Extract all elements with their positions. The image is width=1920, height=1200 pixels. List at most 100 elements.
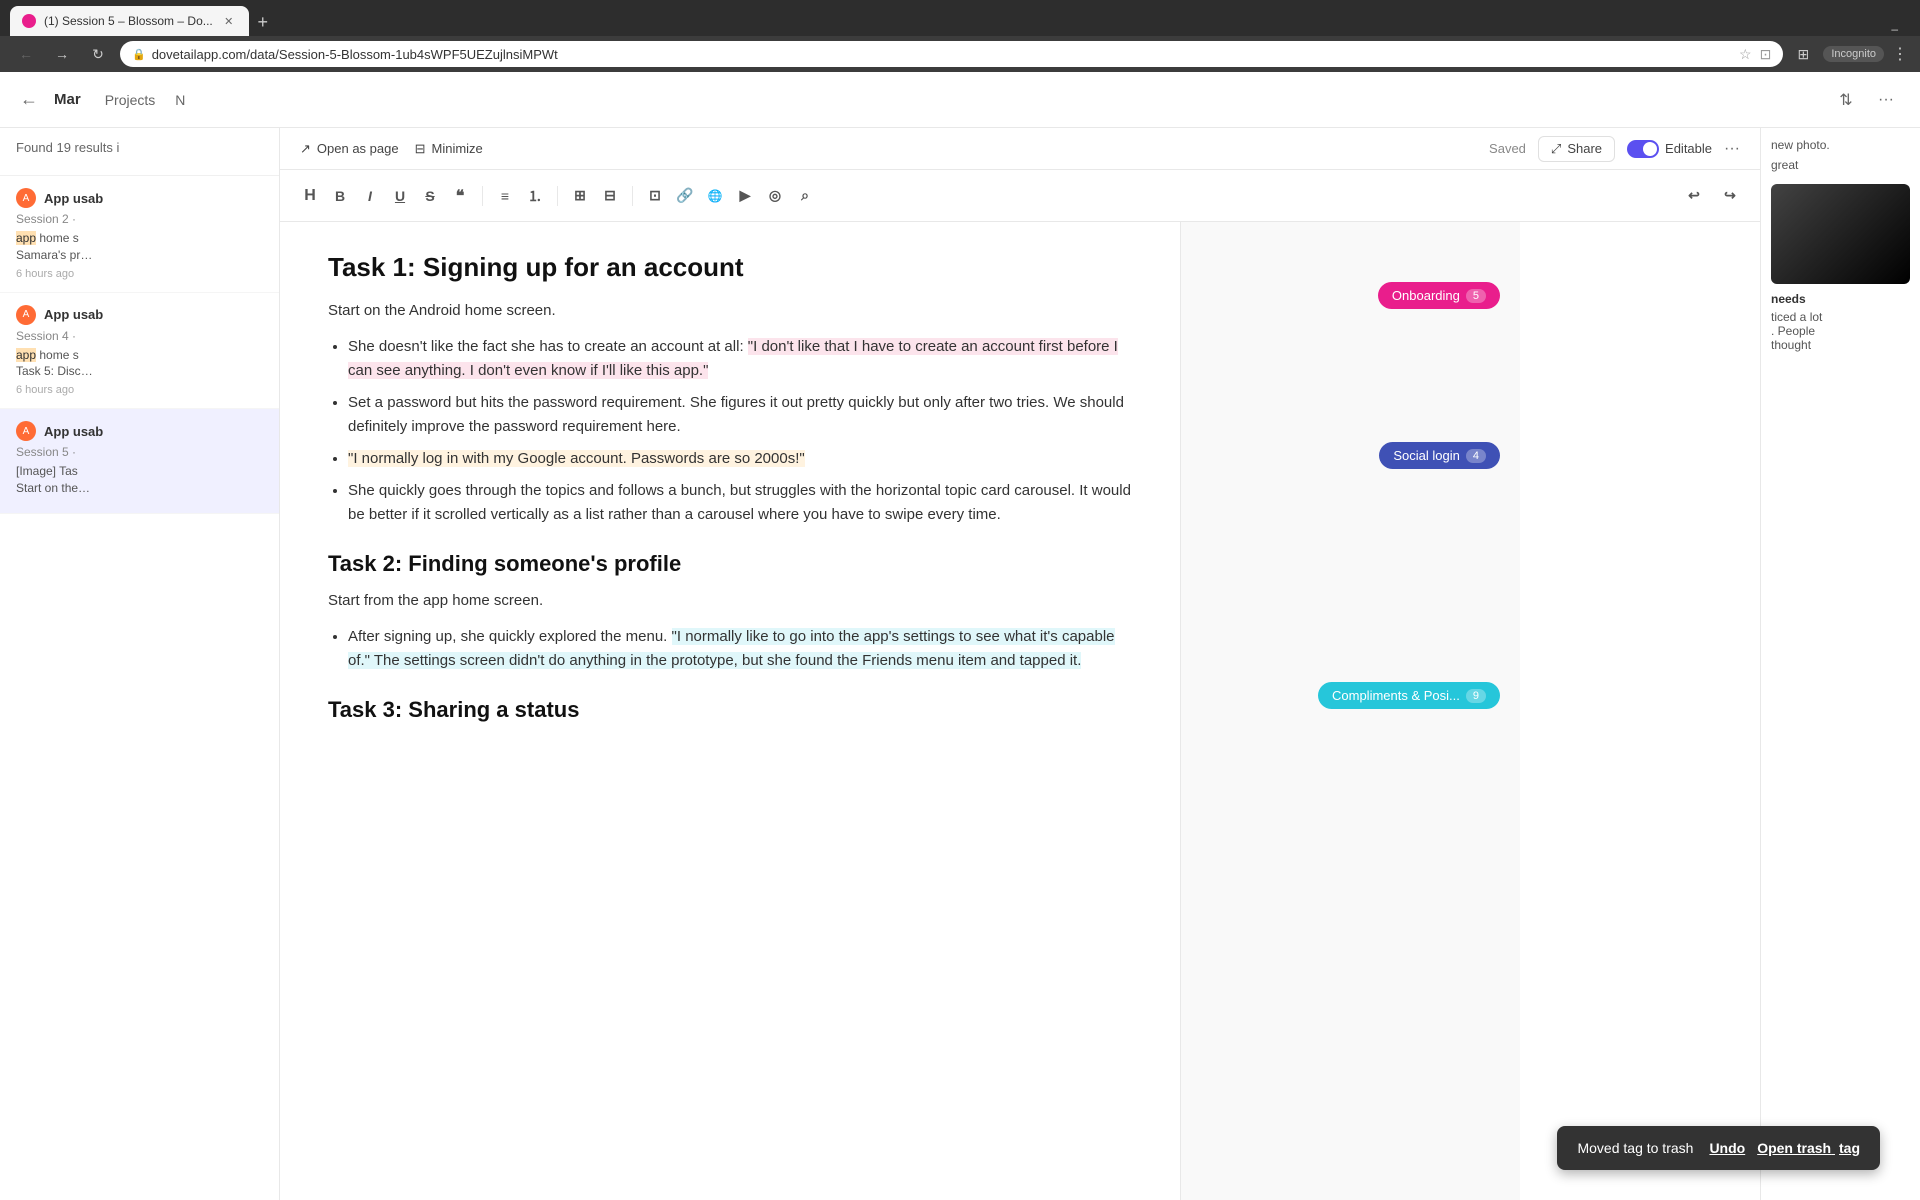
image-button[interactable]: ⊡ xyxy=(641,182,669,210)
list-item: After signing up, she quickly explored t… xyxy=(348,625,1132,673)
minimize-icon: ⊟ xyxy=(415,141,426,157)
result-icon: A xyxy=(16,305,36,325)
table-button[interactable]: ⊞ xyxy=(566,182,594,210)
list-item: She doesn't like the fact she has to cre… xyxy=(348,335,1132,383)
search-sidebar: Found 19 results i A App usab Session 2 … xyxy=(0,128,280,1200)
social-chip[interactable]: Social login 4 xyxy=(1379,442,1500,469)
onboarding-count: 5 xyxy=(1466,289,1486,303)
more-format-button[interactable]: ◎ xyxy=(761,182,789,210)
search-result-item[interactable]: A App usab Session 5 · [Image] TasStart … xyxy=(0,409,279,514)
doc-toolbar: H B I U S ❝ ≡ ⒈ ⊞ ⊟ ⊡ 🔗 🌐 ▶ xyxy=(280,170,1760,222)
doc-header-bar: ↗ Open as page ⊟ Minimize Saved ⤢ Share xyxy=(280,128,1760,170)
list-item: She quickly goes through the topics and … xyxy=(348,479,1132,527)
video-button[interactable]: ▶ xyxy=(731,182,759,210)
active-tab[interactable]: (1) Session 5 – Blossom – Do... ✕ xyxy=(10,6,249,36)
search-result-item[interactable]: A App usab Session 2 · app home sSamara'… xyxy=(0,176,279,293)
result-snippet: app home sSamara's pra few secon xyxy=(16,230,263,264)
heading-button[interactable]: H xyxy=(296,182,324,210)
compliments-count: 9 xyxy=(1466,689,1486,703)
toolbar-divider xyxy=(557,186,558,206)
social-label: Social login xyxy=(1393,448,1460,463)
toast-message: Moved tag to trash xyxy=(1577,1140,1693,1156)
toggle-switch[interactable] xyxy=(1627,140,1659,158)
browser-toolbar: ← → ↻ 🔒 dovetailapp.com/data/Session-5-B… xyxy=(0,36,1920,72)
list-item-text: Set a password but hits the password req… xyxy=(348,394,1124,435)
redo-button[interactable]: ↪ xyxy=(1716,182,1744,210)
browser-menu-button[interactable]: ⋮ xyxy=(1892,44,1908,64)
refresh-button[interactable]: ↻ xyxy=(84,40,112,68)
app-title: Mar xyxy=(54,91,81,108)
browser-chrome: (1) Session 5 – Blossom – Do... ✕ + – ← … xyxy=(0,0,1920,72)
share-icon: ⤢ xyxy=(1551,141,1561,157)
result-header: A App usab xyxy=(16,421,263,441)
nav-projects[interactable]: Projects xyxy=(105,88,156,112)
numbered-list-button[interactable]: ⒈ xyxy=(521,182,549,210)
search-header: Found 19 results i xyxy=(0,128,279,176)
task1-list: She doesn't like the fact she has to cre… xyxy=(328,335,1132,527)
browser-minimize[interactable]: – xyxy=(1891,22,1898,36)
new-tab-button[interactable]: + xyxy=(249,8,277,36)
incognito-badge[interactable]: Incognito xyxy=(1823,46,1884,62)
result-header: A App usab xyxy=(16,188,263,208)
tag-panel: Onboarding 5 Social login 4 Compliments … xyxy=(1180,222,1520,1200)
tab-favicon xyxy=(22,14,36,28)
undo-button[interactable]: ↩ xyxy=(1680,182,1708,210)
compliments-chip[interactable]: Compliments & Posi... 9 xyxy=(1318,682,1500,709)
onboarding-chip[interactable]: Onboarding 5 xyxy=(1378,282,1500,309)
back-button[interactable]: ← xyxy=(12,40,40,68)
forward-button[interactable]: → xyxy=(48,40,76,68)
share-button[interactable]: ⤢ Share xyxy=(1538,136,1615,162)
align-button[interactable]: ⊟ xyxy=(596,182,624,210)
list-item-text-before: After signing up, she quickly explored t… xyxy=(348,628,672,645)
italic-button[interactable]: I xyxy=(356,182,384,210)
result-snippet: app home sTask 5: Discthe app hon xyxy=(16,347,263,381)
compliments-tag[interactable]: Compliments & Posi... 9 xyxy=(1318,682,1500,721)
task2-intro: Start from the app home screen. xyxy=(328,589,1132,613)
editable-toggle: Editable xyxy=(1627,140,1712,158)
partial-text1: ticed a lot xyxy=(1771,310,1910,324)
result-title: App usab xyxy=(44,307,103,322)
social-count: 4 xyxy=(1466,449,1486,463)
minimize-button[interactable]: ⊟ Minimize xyxy=(415,141,483,157)
underline-button[interactable]: U xyxy=(386,182,414,210)
task1-heading: Task 1: Signing up for an account xyxy=(328,252,1132,283)
address-bar[interactable]: 🔒 dovetailapp.com/data/Session-5-Blossom… xyxy=(120,41,1783,67)
nav-second[interactable]: N xyxy=(175,88,185,112)
link-button[interactable]: 🔗 xyxy=(671,182,699,210)
browser-tabs: (1) Session 5 – Blossom – Do... ✕ + – xyxy=(0,0,1920,36)
partial-label-great: great xyxy=(1771,158,1910,172)
list-item: Set a password but hits the password req… xyxy=(348,391,1132,439)
bullet-list-button[interactable]: ≡ xyxy=(491,182,519,210)
bold-button[interactable]: B xyxy=(326,182,354,210)
partial-text2: . People xyxy=(1771,324,1910,338)
sort-icon[interactable]: ⇅ xyxy=(1832,86,1860,114)
task1-intro: Start on the Android home screen. xyxy=(328,299,1132,323)
tab-close-button[interactable]: ✕ xyxy=(221,13,237,29)
back-button[interactable]: ← xyxy=(20,89,38,110)
result-subtitle: Session 5 · xyxy=(16,445,263,459)
search-results-list: A App usab Session 2 · app home sSamara'… xyxy=(0,176,279,1200)
cast-icon[interactable]: ⊡ xyxy=(1760,46,1772,63)
extensions-icon[interactable]: ⊞ xyxy=(1791,42,1815,66)
quote-button[interactable]: ❝ xyxy=(446,182,474,210)
result-time: 6 hours ago xyxy=(16,384,263,396)
search-result-item[interactable]: A App usab Session 4 · app home sTask 5:… xyxy=(0,293,279,410)
app: ← Mar Projects N ⇅ ··· Found 19 results … xyxy=(0,72,1920,1200)
doc-actions: Saved ⤢ Share Editable ··· xyxy=(1489,136,1740,162)
search-toolbar-button[interactable]: ⌕ xyxy=(791,182,819,210)
bookmark-icon[interactable]: ☆ xyxy=(1739,46,1752,63)
undo-button[interactable]: Undo xyxy=(1709,1140,1745,1156)
share-label: Share xyxy=(1567,141,1602,156)
toolbar-divider xyxy=(482,186,483,206)
open-page-button[interactable]: ↗ Open as page xyxy=(300,141,399,157)
header-right: ⇅ ··· xyxy=(1832,86,1900,114)
doc-more-button[interactable]: ··· xyxy=(1724,140,1740,158)
more-icon[interactable]: ··· xyxy=(1872,86,1900,114)
onboarding-tag[interactable]: Onboarding 5 xyxy=(1378,282,1500,321)
url-button[interactable]: 🌐 xyxy=(701,182,729,210)
open-trash-button[interactable]: Open trash tag xyxy=(1757,1140,1860,1156)
social-login-tag[interactable]: Social login 4 xyxy=(1379,442,1500,481)
toast-notification: Moved tag to trash Undo Open trash tag xyxy=(1557,1126,1880,1170)
onboarding-label: Onboarding xyxy=(1392,288,1460,303)
strikethrough-button[interactable]: S xyxy=(416,182,444,210)
